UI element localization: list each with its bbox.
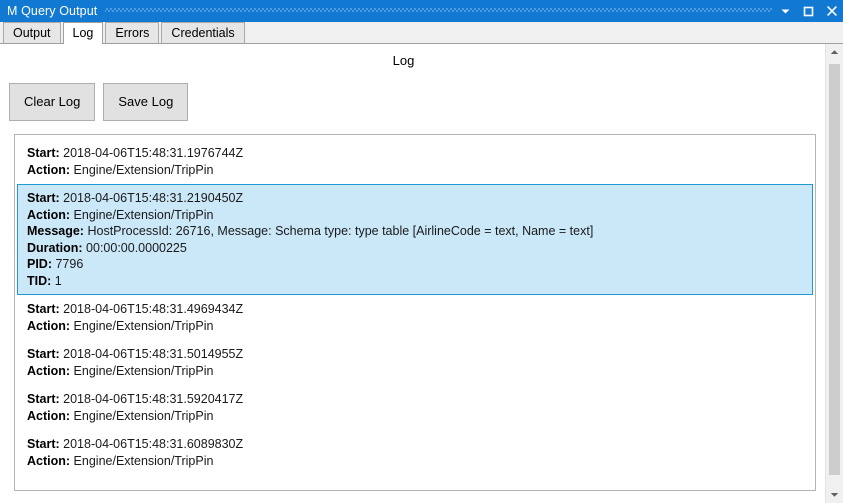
log-row-start: Start: 2018-04-06T15:48:31.1976744Z	[27, 145, 804, 162]
field-value-action: Engine/Extension/TripPin	[73, 207, 214, 222]
field-value-action: Engine/Extension/TripPin	[73, 318, 214, 333]
field-value-pid: 7796	[55, 257, 84, 271]
log-row-start: Start: 2018-04-06T15:48:31.2190450Z	[27, 190, 804, 207]
log-entry-list[interactable]: Start: 2018-04-06T15:48:31.1976744Z Acti…	[14, 134, 816, 491]
vertical-scrollbar[interactable]	[825, 44, 843, 503]
field-label-start: Start:	[27, 146, 60, 160]
window-title: M Query Output	[7, 4, 98, 18]
clear-log-button[interactable]: Clear Log	[9, 83, 96, 121]
field-label-action: Action:	[27, 207, 71, 222]
field-label-action: Action:	[27, 408, 71, 423]
close-icon	[826, 5, 838, 17]
tab-output[interactable]: Output	[3, 22, 61, 43]
tab-strip: Output Log Errors Credentials	[0, 22, 843, 44]
scroll-up-button[interactable]	[826, 44, 843, 61]
scrollbar-thumb[interactable]	[829, 64, 840, 475]
body-area: Log Clear Log Save Log Start: 2018-04-06…	[0, 44, 843, 503]
field-value-action: Engine/Extension/TripPin	[73, 162, 214, 177]
field-value-message: HostProcessId: 26716, Message: Schema ty…	[87, 224, 594, 238]
log-row-start: Start: 2018-04-06T15:48:31.5014955Z	[27, 346, 804, 363]
field-label-action: Action:	[27, 162, 71, 177]
maximize-square-icon	[803, 6, 814, 17]
tab-log[interactable]: Log	[62, 22, 104, 44]
field-value-action: Engine/Extension/TripPin	[73, 408, 214, 423]
maximize-button[interactable]	[797, 0, 820, 22]
log-row-action: Action: Engine/Extension/TripPin	[27, 207, 804, 224]
scrollbar-track[interactable]	[826, 61, 843, 486]
field-value-start: 2018-04-06T15:48:31.5920417Z	[63, 392, 244, 406]
field-label-pid: PID:	[27, 257, 52, 271]
field-value-duration: 00:00:00.0000225	[86, 240, 187, 255]
field-label-duration: Duration:	[27, 240, 83, 255]
field-value-start: 2018-04-06T15:48:31.2190450Z	[63, 191, 244, 205]
field-label-tid: TID:	[27, 273, 52, 288]
field-value-action: Engine/Extension/TripPin	[73, 363, 214, 378]
log-entry[interactable]: Start: 2018-04-06T15:48:31.1976744Z Acti…	[17, 139, 813, 184]
page-title: Log	[392, 53, 415, 68]
field-label-start: Start:	[27, 191, 60, 205]
field-value-start: 2018-04-06T15:48:31.5014955Z	[63, 347, 244, 361]
m-query-output-window: M Query Output Output Log Errors Credent…	[0, 0, 843, 503]
field-label-start: Start:	[27, 302, 60, 316]
log-entry[interactable]: Start: 2018-04-06T15:48:31.5014955Z Acti…	[17, 340, 813, 385]
log-row-action: Action: Engine/Extension/TripPin	[27, 318, 804, 335]
field-label-start: Start:	[27, 347, 60, 361]
titlebar[interactable]: M Query Output	[0, 0, 843, 22]
field-value-start: 2018-04-06T15:48:31.1976744Z	[63, 146, 244, 160]
window-controls	[774, 0, 843, 22]
log-toolbar: Clear Log Save Log	[0, 70, 825, 121]
log-row-message: Message: HostProcessId: 26716, Message: …	[27, 223, 804, 240]
field-value-start: 2018-04-06T15:48:31.6089830Z	[63, 437, 244, 451]
save-log-button[interactable]: Save Log	[103, 83, 189, 121]
chevron-down-icon	[780, 6, 791, 17]
tab-credentials[interactable]: Credentials	[161, 22, 245, 43]
titlebar-drag-grip[interactable]	[105, 0, 772, 22]
scroll-down-icon	[830, 486, 839, 503]
log-panel: Log Clear Log Save Log Start: 2018-04-06…	[0, 44, 825, 503]
field-label-start: Start:	[27, 437, 60, 451]
close-button[interactable]	[820, 0, 843, 22]
log-row-pid: PID: 7796	[27, 256, 804, 273]
log-row-action: Action: Engine/Extension/TripPin	[27, 408, 804, 425]
field-label-action: Action:	[27, 318, 71, 333]
field-value-start: 2018-04-06T15:48:31.4969434Z	[63, 302, 244, 316]
log-row-tid: TID: 1	[27, 273, 804, 290]
log-entry[interactable]: Start: 2018-04-06T15:48:31.6089830Z Acti…	[17, 430, 813, 475]
log-row-start: Start: 2018-04-06T15:48:31.4969434Z	[27, 301, 804, 318]
log-row-action: Action: Engine/Extension/TripPin	[27, 453, 804, 470]
log-row-start: Start: 2018-04-06T15:48:31.6089830Z	[27, 436, 804, 453]
field-label-action: Action:	[27, 453, 71, 468]
tab-errors[interactable]: Errors	[105, 22, 160, 43]
field-label-message: Message:	[27, 224, 84, 238]
log-entry[interactable]: Start: 2018-04-06T15:48:31.4969434Z Acti…	[17, 295, 813, 340]
log-row-start: Start: 2018-04-06T15:48:31.5920417Z	[27, 391, 804, 408]
log-row-duration: Duration: 00:00:00.0000225	[27, 240, 804, 257]
field-label-start: Start:	[27, 392, 60, 406]
log-row-action: Action: Engine/Extension/TripPin	[27, 363, 804, 380]
scroll-up-icon	[830, 44, 839, 62]
field-value-tid: 1	[54, 273, 62, 288]
log-entry-selected[interactable]: Start: 2018-04-06T15:48:31.2190450Z Acti…	[17, 184, 813, 295]
log-entry[interactable]: Start: 2018-04-06T15:48:31.5920417Z Acti…	[17, 385, 813, 430]
field-value-action: Engine/Extension/TripPin	[73, 453, 214, 468]
field-label-action: Action:	[27, 363, 71, 378]
log-row-action: Action: Engine/Extension/TripPin	[27, 162, 804, 179]
scroll-down-button[interactable]	[826, 486, 843, 503]
minimize-button[interactable]	[774, 0, 797, 22]
